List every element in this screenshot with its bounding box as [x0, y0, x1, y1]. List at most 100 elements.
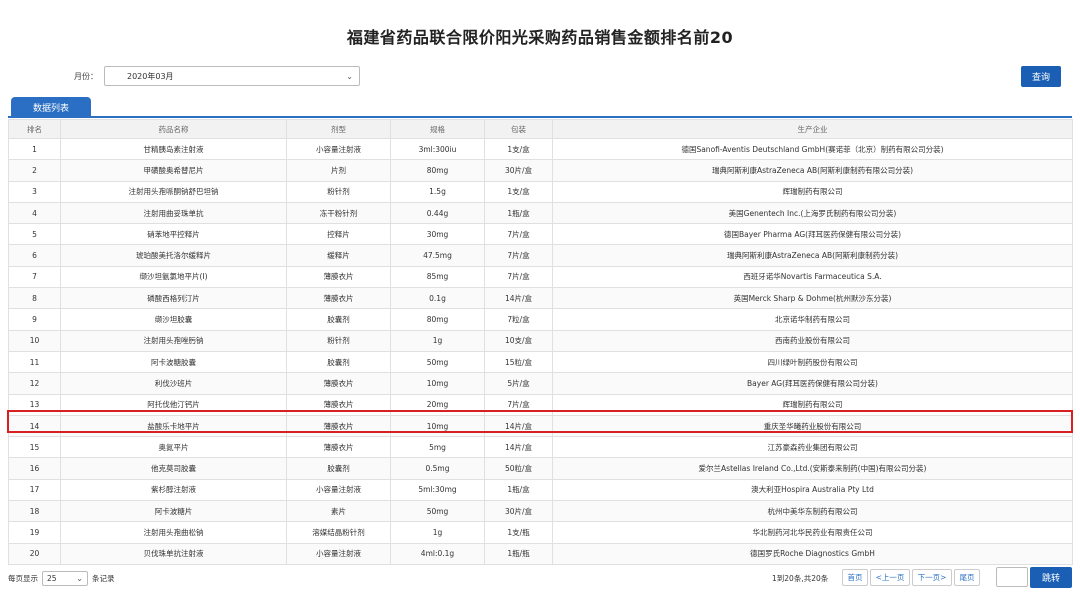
cell-drug-name: 阿托伐他汀钙片	[60, 393, 287, 416]
cell-dosage-form: 控释片	[286, 223, 391, 246]
cell-specification: 80mg	[390, 308, 485, 331]
column-header-specification: 规格	[390, 119, 485, 139]
cell-drug-name: 他克莫司胶囊	[60, 457, 287, 480]
cell-package: 7粒/盒	[484, 308, 553, 331]
cell-package: 7片/盒	[484, 244, 553, 267]
month-filter: 月份： 2020年03月 ⌄	[74, 66, 360, 86]
cell-package: 10支/盒	[484, 329, 553, 352]
cell-package: 30片/盒	[484, 500, 553, 523]
chevron-down-icon: ⌄	[346, 71, 353, 81]
cell-dosage-form: 粉针剂	[286, 180, 391, 203]
cell-rank: 1	[8, 137, 61, 161]
cell-rank: 20	[8, 542, 61, 565]
cell-rank: 18	[8, 500, 61, 523]
next-page-button[interactable]: 下一页>	[912, 569, 952, 586]
cell-manufacturer: 重庆圣华曦药业股份有限公司	[552, 414, 1073, 438]
cell-specification: 47.5mg	[390, 244, 485, 267]
per-page-prefix: 每页显示	[8, 573, 38, 583]
cell-drug-name: 缬沙坦氨氯地平片(I)	[60, 265, 287, 289]
cell-specification: 1g	[390, 329, 485, 352]
cell-specification: 0.1g	[390, 287, 485, 310]
cell-dosage-form: 薄膜衣片	[286, 287, 391, 310]
cell-manufacturer: 澳大利亚Hospira Australia Pty Ltd	[552, 478, 1073, 502]
last-page-button[interactable]: 尾页	[954, 569, 980, 586]
jump-button[interactable]: 跳转	[1030, 567, 1072, 588]
table-row: 15 奥氮平片 薄膜衣片 5mg 14片/盒 江苏豪森药业集团有限公司	[8, 436, 1073, 459]
tab-data-list[interactable]: 数据列表	[11, 97, 91, 118]
column-header-drug-name: 药品名称	[60, 119, 287, 139]
table-row: 18 阿卡波糖片 素片 50mg 30片/盒 杭州中美华东制药有限公司	[8, 500, 1073, 523]
cell-manufacturer: 西南药业股份有限公司	[552, 329, 1073, 352]
table-row: 19 注射用头孢曲松钠 溶媒结晶粉针剂 1g 1支/瓶 华北制药河北华民药业有限责任公司	[8, 521, 1073, 544]
cell-rank: 9	[8, 308, 61, 331]
cell-manufacturer: 瑞典阿斯利康AstraZeneca AB(阿斯利康制药分装)	[552, 244, 1073, 267]
cell-dosage-form: 薄膜衣片	[286, 393, 391, 416]
month-select-value: 2020年03月	[127, 71, 174, 81]
month-select[interactable]: 2020年03月 ⌄	[104, 66, 360, 86]
cell-package: 14片/盒	[484, 414, 553, 438]
table-row: 10 注射用头孢唑肟钠 粉针剂 1g 10支/盒 西南药业股份有限公司	[8, 329, 1073, 352]
cell-drug-name: 甲磺酸奥希替尼片	[60, 159, 287, 182]
column-header-manufacturer: 生产企业	[552, 119, 1073, 139]
table-row: 3 注射用头孢哌酮钠舒巴坦钠 粉针剂 1.5g 1支/盒 辉瑞制药有限公司	[8, 180, 1073, 203]
cell-drug-name: 缬沙坦胶囊	[60, 308, 287, 331]
cell-specification: 10mg	[390, 414, 485, 438]
ranking-table: 排名 药品名称 剂型 规格 包装 生产企业 1 甘精胰岛素注射液 小容量注射液 3ml…	[8, 119, 1073, 565]
cell-specification: 30mg	[390, 223, 485, 246]
cell-rank: 7	[8, 265, 61, 289]
table-row: 14 盐酸乐卡地平片 薄膜衣片 10mg 14片/盒 重庆圣华曦药业股份有限公司	[8, 414, 1073, 438]
cell-manufacturer: 瑞典阿斯利康AstraZeneca AB(阿斯利康制药有限公司分装)	[552, 159, 1073, 182]
table-row: 20 贝伐珠单抗注射液 小容量注射液 4ml:0.1g 1瓶/瓶 德国罗氏Roche Di…	[8, 542, 1073, 565]
cell-manufacturer: 爱尔兰Astellas Ireland Co.,Ltd.(安斯泰来制药(中国)有…	[552, 457, 1073, 480]
cell-specification: 50mg	[390, 500, 485, 523]
page-title: 福建省药品联合限价阳光采购药品销售金额排名前20	[346, 28, 734, 47]
table-row: 13 阿托伐他汀钙片 薄膜衣片 20mg 7片/盒 辉瑞制药有限公司	[8, 393, 1073, 416]
cell-rank: 6	[8, 244, 61, 267]
table-row: 11 阿卡波糖胶囊 胶囊剂 50mg 15粒/盒 四川绿叶制药股份有限公司	[8, 350, 1073, 374]
cell-specification: 10mg	[390, 372, 485, 395]
cell-rank: 4	[8, 201, 61, 225]
cell-package: 14片/盒	[484, 436, 553, 459]
cell-package: 1支/盒	[484, 180, 553, 203]
cell-rank: 2	[8, 159, 61, 182]
cell-drug-name: 注射用头孢曲松钠	[60, 521, 287, 544]
cell-package: 1瓶/瓶	[484, 542, 553, 565]
cell-rank: 11	[8, 350, 61, 374]
page-size-select[interactable]: 25 ⌄	[42, 570, 88, 586]
cell-package: 50粒/盒	[484, 457, 553, 480]
page-jump-input[interactable]	[996, 567, 1028, 587]
cell-dosage-form: 片剂	[286, 159, 391, 182]
cell-manufacturer: 杭州中美华东制药有限公司	[552, 500, 1073, 523]
cell-drug-name: 注射用头孢哌酮钠舒巴坦钠	[60, 180, 287, 203]
query-button[interactable]: 查询	[1021, 66, 1061, 87]
cell-package: 1支/盒	[484, 137, 553, 161]
cell-package: 30片/盒	[484, 159, 553, 182]
cell-drug-name: 注射用头孢唑肟钠	[60, 329, 287, 352]
cell-dosage-form: 薄膜衣片	[286, 436, 391, 459]
cell-drug-name: 贝伐珠单抗注射液	[60, 542, 287, 565]
cell-package: 1支/瓶	[484, 521, 553, 544]
column-header-package: 包装	[484, 119, 553, 139]
first-page-button[interactable]: 首页	[842, 569, 868, 586]
cell-drug-name: 注射用曲妥珠单抗	[60, 201, 287, 225]
cell-rank: 12	[8, 372, 61, 395]
chevron-down-icon: ⌄	[76, 573, 83, 583]
cell-specification: 50mg	[390, 350, 485, 374]
cell-package: 15粒/盒	[484, 350, 553, 374]
cell-drug-name: 盐酸乐卡地平片	[60, 414, 287, 438]
cell-specification: 4ml:0.1g	[390, 542, 485, 565]
cell-specification: 3ml:300iu	[390, 137, 485, 161]
cell-package: 7片/盒	[484, 223, 553, 246]
table-row: 5 硝苯地平控释片 控释片 30mg 7片/盒 德国Bayer Pharma AG(拜耳医…	[8, 223, 1073, 246]
page-size-control: 每页显示 25 ⌄ 条记录	[8, 570, 115, 586]
cell-dosage-form: 薄膜衣片	[286, 414, 391, 438]
cell-package: 5片/盒	[484, 372, 553, 395]
cell-manufacturer: 辉瑞制药有限公司	[552, 393, 1073, 416]
cell-dosage-form: 胶囊剂	[286, 457, 391, 480]
cell-dosage-form: 胶囊剂	[286, 350, 391, 374]
cell-package: 14片/盒	[484, 287, 553, 310]
table-row: 4 注射用曲妥珠单抗 冻干粉针剂 0.44g 1瓶/盒 美国Genentech Inc.(…	[8, 201, 1073, 225]
cell-specification: 1.5g	[390, 180, 485, 203]
cell-package: 7片/盒	[484, 265, 553, 289]
prev-page-button[interactable]: <上一页	[870, 569, 910, 586]
